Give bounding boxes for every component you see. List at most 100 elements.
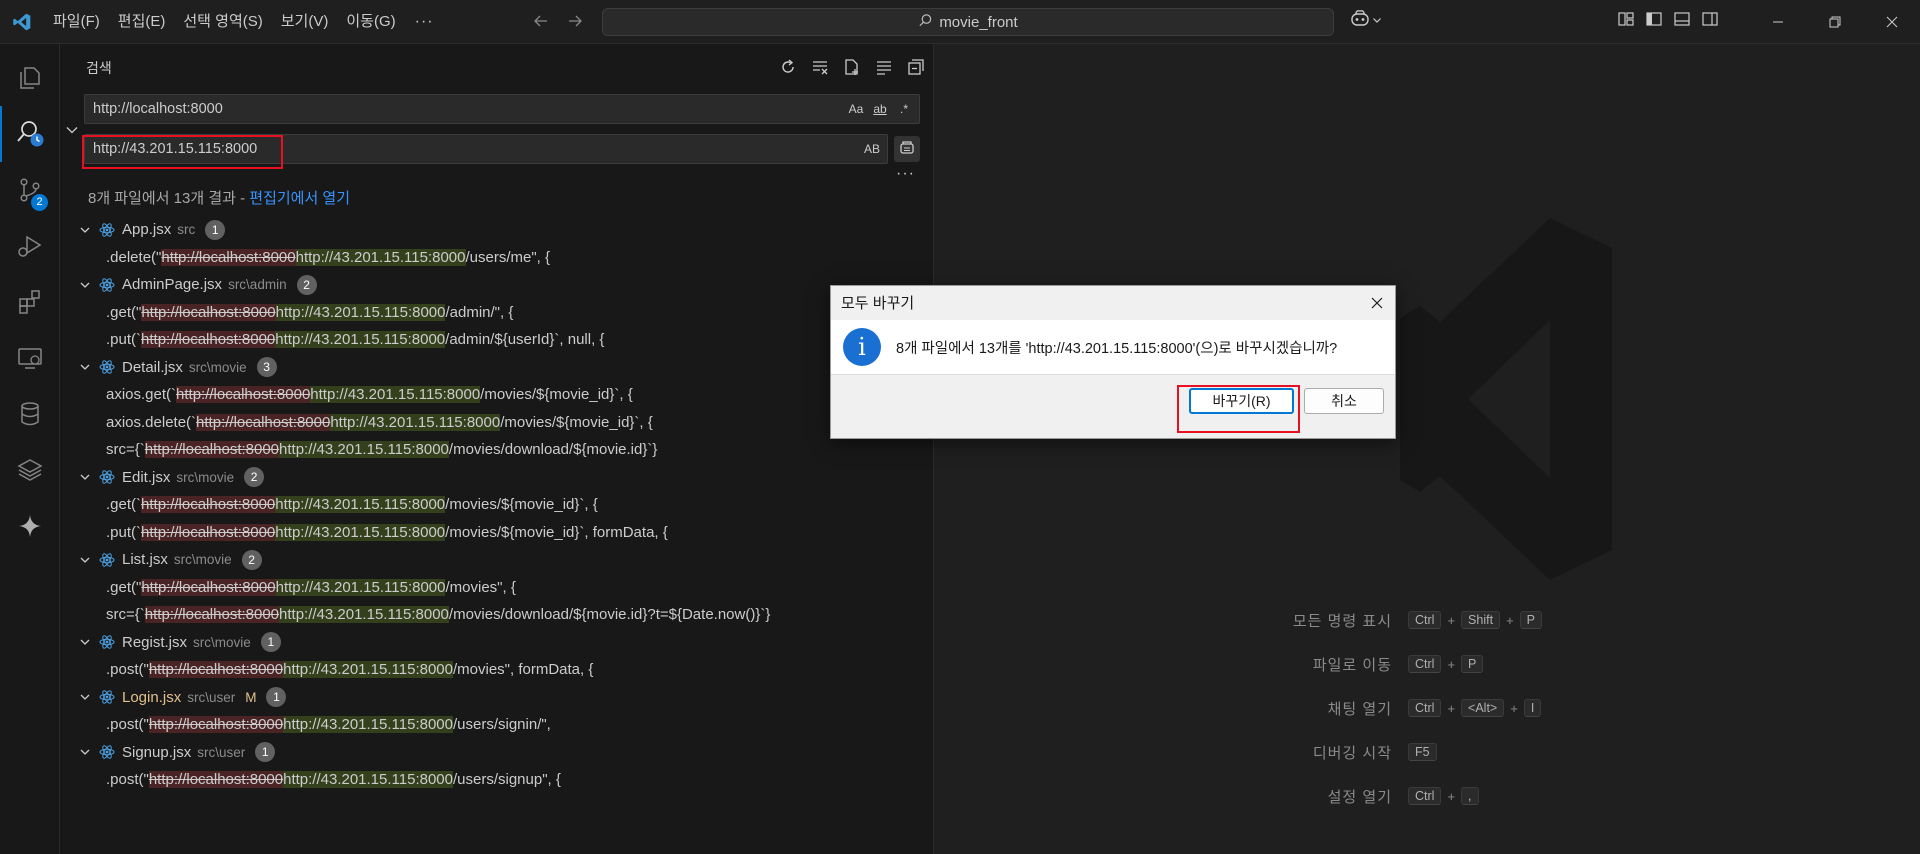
keycap: Ctrl: [1408, 699, 1442, 717]
result-match-row[interactable]: .post(" http://localhost:8000 http://43.20…: [60, 766, 934, 794]
match-count-badge: 1: [255, 742, 276, 763]
chevron-down-icon[interactable]: [76, 633, 94, 651]
forward-arrow-icon[interactable]: [564, 8, 586, 34]
match-case-toggle[interactable]: Aa: [847, 102, 865, 116]
customize-layout-icon[interactable]: [1617, 10, 1635, 33]
collapse-all-icon[interactable]: [904, 55, 928, 79]
database-icon[interactable]: [0, 386, 60, 442]
toggle-replace-chevron-icon[interactable]: [64, 122, 80, 138]
close-window-button[interactable]: [1863, 0, 1920, 44]
chevron-down-icon[interactable]: [76, 551, 94, 569]
match-count-badge: 2: [244, 467, 265, 488]
sparkle-icon[interactable]: [0, 498, 60, 554]
dialog-close-icon[interactable]: [1367, 293, 1387, 313]
search-input[interactable]: http://localhost:8000 Aa ab .*: [84, 94, 920, 124]
replacement-text: http://43.201.15.115:8000: [310, 386, 481, 404]
menu-item[interactable]: 선택 영역(S): [174, 7, 271, 37]
result-file-row[interactable]: Regist.jsx src\movie 1: [60, 629, 934, 657]
result-match-row[interactable]: .get(` http://localhost:8000 http://43.201…: [60, 491, 934, 519]
toggle-primary-sidebar-icon[interactable]: [1645, 10, 1663, 33]
toggle-search-details-button[interactable]: ···: [896, 165, 915, 183]
removed-text: http://localhost:8000: [161, 248, 296, 266]
source-control-icon[interactable]: 2: [0, 162, 60, 218]
chevron-down-icon[interactable]: [76, 468, 94, 486]
new-search-editor-icon[interactable]: [840, 55, 864, 79]
chevron-down-icon[interactable]: [76, 358, 94, 376]
confirm-replace-button[interactable]: 바꾸기(R): [1189, 388, 1294, 414]
refresh-icon[interactable]: [776, 55, 800, 79]
keycap: <Alt>: [1461, 699, 1505, 717]
result-match-row[interactable]: src={` http://localhost:8000 http://43.201…: [60, 436, 934, 464]
remote-explorer-icon[interactable]: [0, 330, 60, 386]
search-panel-title: 검색: [86, 60, 112, 76]
clear-results-icon[interactable]: [808, 55, 832, 79]
react-file-icon: [98, 633, 116, 651]
result-file-row[interactable]: Login.jsx src\user M 1: [60, 684, 934, 712]
result-match-row[interactable]: axios.get(` http://localhost:8000 http://4…: [60, 381, 934, 409]
open-in-editor-link[interactable]: 편집기에서 열기: [249, 190, 350, 207]
react-file-icon: [98, 688, 116, 706]
result-file-row[interactable]: Edit.jsx src\movie 2: [60, 464, 934, 492]
minimize-button[interactable]: [1749, 0, 1806, 44]
result-file-row[interactable]: App.jsx src 1: [60, 216, 934, 244]
replace-input-value: http://43.201.15.115:8000: [93, 141, 258, 157]
result-match-row[interactable]: .put(` http://localhost:8000 http://43.201…: [60, 326, 934, 354]
command-center-search[interactable]: movie_front: [602, 8, 1334, 36]
chevron-down-icon[interactable]: [76, 688, 94, 706]
menu-more-button[interactable]: ···: [405, 13, 444, 31]
result-file-row[interactable]: AdminPage.jsx src\admin 2: [60, 271, 934, 299]
toggle-secondary-sidebar-icon[interactable]: [1701, 10, 1719, 33]
chevron-down-icon[interactable]: [76, 743, 94, 761]
shortcut-keys: Ctrl + Shift + P: [1408, 611, 1542, 629]
menu-item[interactable]: 편집(E): [109, 7, 175, 37]
result-match-row[interactable]: .post(" http://localhost:8000 http://43.20…: [60, 656, 934, 684]
file-path: src\user: [187, 689, 236, 705]
result-match-row[interactable]: .delete(" http://localhost:8000 http://43.…: [60, 244, 934, 272]
chevron-down-icon[interactable]: [76, 221, 94, 239]
layers-icon[interactable]: [0, 442, 60, 498]
shortcut-label: 디버깅 시작: [1312, 744, 1392, 762]
menu-item[interactable]: 이동(G): [337, 7, 404, 37]
git-modified-badge: M: [245, 689, 257, 705]
run-debug-icon[interactable]: [0, 218, 60, 274]
command-center-label: movie_front: [939, 13, 1018, 31]
replace-all-button[interactable]: [894, 136, 920, 162]
match-suffix: /movies/${movie_id}`, formData, {: [445, 523, 668, 541]
extensions-icon[interactable]: [0, 274, 60, 330]
chevron-down-icon[interactable]: [76, 276, 94, 294]
menu-item[interactable]: 보기(V): [272, 7, 338, 37]
menu-item[interactable]: 파일(F): [44, 7, 109, 37]
restore-button[interactable]: [1806, 0, 1863, 44]
match-whole-word-toggle[interactable]: ab: [871, 102, 889, 116]
match-suffix: /movies", {: [445, 578, 516, 596]
keycap: F5: [1408, 743, 1437, 761]
toggle-panel-icon[interactable]: [1673, 10, 1691, 33]
result-file-row[interactable]: List.jsx src\movie 2: [60, 546, 934, 574]
back-arrow-icon[interactable]: [530, 8, 552, 34]
result-match-row[interactable]: axios.delete(` http://localhost:8000 http:…: [60, 409, 934, 437]
search-history-icon[interactable]: [0, 106, 60, 162]
replace-input[interactable]: http://43.201.15.115:8000 AB: [84, 134, 888, 164]
result-match-row[interactable]: .post(" http://localhost:8000 http://43.20…: [60, 711, 934, 739]
activity-bar: 2: [0, 44, 60, 854]
result-match-row[interactable]: .put(` http://localhost:8000 http://43.201…: [60, 519, 934, 547]
view-as-tree-icon[interactable]: [872, 55, 896, 79]
file-name: Signup.jsx: [122, 743, 192, 761]
result-match-row[interactable]: src={` http://localhost:8000 http://43.201…: [60, 601, 934, 629]
result-match-row[interactable]: .get(" http://localhost:8000 http://43.201…: [60, 574, 934, 602]
use-regex-toggle[interactable]: .*: [895, 102, 913, 116]
cancel-button[interactable]: 취소: [1304, 388, 1384, 414]
shortcut-row: 설정 열기 Ctrl +,: [1200, 774, 1660, 818]
preserve-case-toggle[interactable]: AB: [863, 142, 881, 156]
copilot-menu-button[interactable]: [1350, 9, 1382, 32]
file-name: AdminPage.jsx: [122, 276, 223, 294]
result-file-row[interactable]: Signup.jsx src\user 1: [60, 739, 934, 767]
result-match-row[interactable]: .get(" http://localhost:8000 http://43.201…: [60, 299, 934, 327]
explorer-icon[interactable]: [0, 50, 60, 106]
result-file-row[interactable]: Detail.jsx src\movie 3: [60, 354, 934, 382]
match-count-badge: 2: [296, 274, 317, 295]
match-count-badge: 1: [205, 219, 226, 240]
match-prefix: .get(": [106, 303, 142, 321]
react-file-icon: [98, 743, 116, 761]
removed-text: http://localhost:8000: [141, 523, 276, 541]
